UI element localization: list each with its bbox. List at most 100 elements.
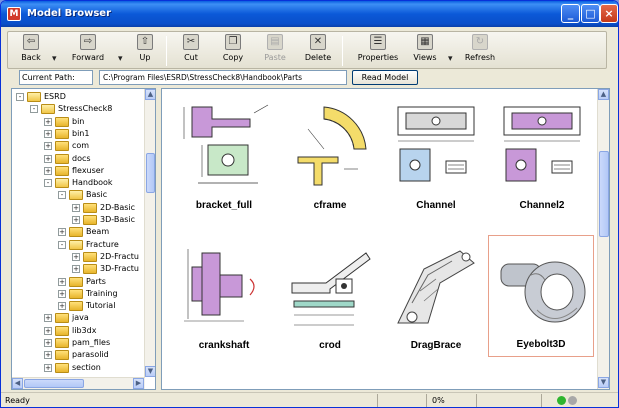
folder-icon — [69, 276, 83, 287]
tree-item-label: ESRD — [44, 92, 66, 101]
scroll-up-arrow-icon[interactable]: ▲ — [598, 89, 609, 100]
window-title: Model Browser — [27, 8, 111, 19]
collapse-icon[interactable]: - — [16, 93, 24, 101]
crod-drawing-icon — [291, 252, 371, 326]
expand-icon[interactable]: + — [44, 154, 52, 163]
collapse-icon[interactable]: - — [30, 105, 38, 114]
cut-label: Cut — [184, 53, 198, 62]
tree-item-label: section — [72, 362, 101, 372]
status-panel — [377, 394, 378, 407]
expand-icon[interactable]: + — [72, 252, 80, 261]
expand-icon[interactable]: + — [44, 129, 52, 138]
model-name: crod — [319, 340, 341, 351]
viewer-vertical-scrollbar[interactable]: ▲ ▼ — [597, 89, 609, 389]
expand-icon[interactable]: + — [44, 142, 52, 151]
delete-x-icon: ✕ — [310, 34, 326, 50]
maximize-button[interactable]: □ — [581, 4, 600, 23]
current-path-field[interactable]: C:\Program Files\ESRD\StressCheck8\Handb… — [99, 70, 347, 85]
expand-icon[interactable]: + — [58, 277, 66, 286]
model-item-dragbrace[interactable]: DragBrace — [384, 235, 488, 357]
scroll-left-arrow-icon[interactable]: ◀ — [12, 378, 23, 389]
folder-icon — [55, 128, 69, 139]
folder-icon — [69, 190, 83, 201]
paste-button[interactable]: ▤ Paste — [260, 34, 290, 68]
tree-hscroll-thumb[interactable] — [24, 379, 84, 388]
refresh-button[interactable]: ↻ Refresh — [460, 34, 500, 68]
model-item-cframe[interactable]: cframe — [278, 95, 382, 217]
tree-item-label: Basic — [86, 190, 108, 200]
collapse-icon[interactable]: - — [58, 191, 66, 200]
folder-icon — [55, 362, 69, 373]
expand-icon[interactable]: + — [44, 314, 52, 323]
back-label: Back — [21, 53, 41, 62]
expand-icon[interactable]: + — [58, 289, 66, 298]
model-item-crankshaft[interactable]: crankshaft — [172, 235, 276, 357]
back-arrow-icon: ⇦ — [23, 34, 39, 50]
properties-button[interactable]: ☰ Properties — [354, 34, 402, 68]
tree-vertical-scrollbar[interactable]: ▲ ▼ — [144, 89, 155, 377]
minimize-button[interactable]: _ — [561, 4, 580, 23]
expand-icon[interactable]: + — [72, 216, 80, 224]
up-label: Up — [139, 53, 151, 62]
refresh-icon: ↻ — [472, 34, 488, 50]
expand-icon[interactable]: + — [44, 363, 52, 372]
views-dropdown-icon[interactable]: ▾ — [448, 54, 453, 64]
views-button[interactable]: ▦ Views — [410, 34, 440, 68]
model-item-channel[interactable]: Channel — [384, 95, 488, 217]
forward-button[interactable]: ⇨ Forward — [66, 34, 110, 68]
model-item-crod[interactable]: crod — [278, 235, 382, 357]
tree-item-label: bin1 — [72, 128, 90, 138]
scroll-up-arrow-icon[interactable]: ▲ — [145, 89, 155, 100]
expand-icon[interactable]: + — [44, 117, 52, 126]
collapse-icon[interactable]: - — [44, 179, 52, 188]
expand-icon[interactable]: + — [44, 326, 52, 335]
scroll-down-arrow-icon[interactable]: ▼ — [598, 377, 609, 388]
cut-button[interactable]: ✂ Cut — [176, 34, 206, 68]
model-name: Channel2 — [519, 200, 565, 211]
tree-item-label: Handbook — [72, 178, 113, 188]
toolbar: ⇦ Back ▾ ⇨ Forward ▾ ⇧ Up ✂ Cut ❐ Copy ▤… — [7, 31, 607, 69]
viewer-scroll-thumb[interactable] — [599, 151, 609, 237]
scroll-down-arrow-icon[interactable]: ▼ — [145, 366, 155, 377]
tree-item-label: pam_files — [72, 338, 111, 347]
status-led-green-icon — [557, 396, 566, 405]
model-name: Eyebolt3D — [516, 339, 566, 350]
title-bar[interactable]: M Model Browser _ □ × — [1, 1, 618, 27]
close-button[interactable]: × — [600, 4, 618, 23]
collapse-icon[interactable]: - — [58, 240, 66, 249]
views-grid-icon: ▦ — [417, 34, 433, 50]
copy-button[interactable]: ❐ Copy — [218, 34, 248, 68]
copy-label: Copy — [222, 53, 244, 62]
expand-icon[interactable]: + — [44, 339, 52, 347]
tree-item-label: Tutorial — [86, 301, 116, 311]
expand-icon[interactable]: + — [44, 351, 52, 360]
folder-icon — [83, 202, 97, 213]
model-browser-window: M Model Browser _ □ × ⇦ Back ▾ ⇨ Forward… — [0, 0, 619, 408]
model-item-bracket-full[interactable]: bracket_full — [172, 95, 276, 217]
model-name: bracket_full — [195, 200, 253, 211]
tree-scroll-thumb[interactable] — [146, 153, 155, 193]
folder-icon — [55, 313, 69, 324]
expand-icon[interactable]: + — [44, 166, 52, 175]
refresh-label: Refresh — [464, 53, 496, 62]
folder-icon — [69, 288, 83, 299]
folder-icon — [55, 141, 69, 152]
expand-icon[interactable]: + — [72, 203, 80, 212]
scroll-right-arrow-icon[interactable]: ▶ — [133, 378, 144, 389]
tree-item-label: bin — [72, 116, 85, 126]
read-model-button[interactable]: Read Model — [352, 70, 418, 85]
model-item-eyebolt3d[interactable]: Eyebolt3D — [488, 235, 594, 357]
back-button[interactable]: ⇦ Back — [16, 34, 46, 68]
toolbar-separator — [342, 36, 343, 66]
tree-horizontal-scrollbar[interactable]: ◀ ▶ — [12, 377, 145, 389]
back-dropdown-icon[interactable]: ▾ — [52, 54, 57, 64]
scissors-icon: ✂ — [183, 34, 199, 50]
expand-icon[interactable]: + — [58, 302, 66, 311]
expand-icon[interactable]: + — [72, 265, 80, 274]
model-item-channel2[interactable]: Channel2 — [490, 95, 594, 217]
delete-button[interactable]: ✕ Delete — [302, 34, 334, 68]
expand-icon[interactable]: + — [58, 228, 66, 237]
up-button[interactable]: ⇧ Up — [130, 34, 160, 68]
forward-dropdown-icon[interactable]: ▾ — [118, 54, 123, 64]
folder-icon — [41, 104, 55, 115]
